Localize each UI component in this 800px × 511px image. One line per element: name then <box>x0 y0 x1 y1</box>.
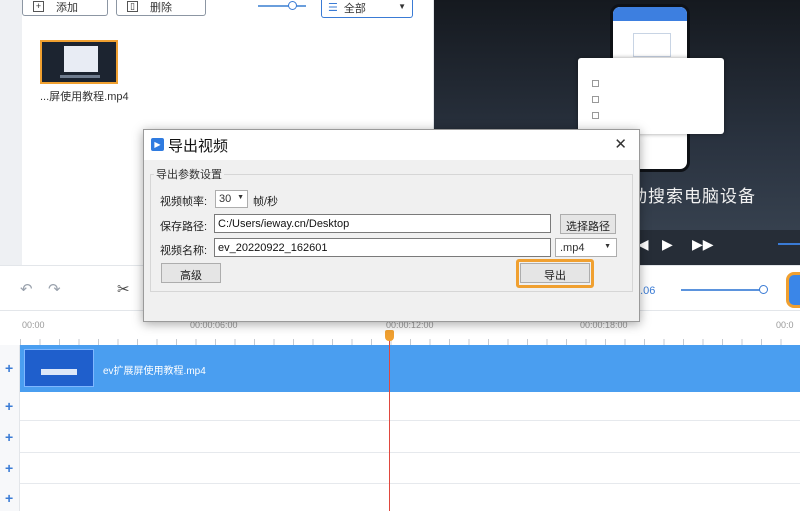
track-divider <box>20 483 800 484</box>
thumbnail-image <box>64 46 98 72</box>
clip-thumbnail <box>24 349 94 387</box>
chevron-down-icon: ▼ <box>604 243 611 250</box>
video-clip[interactable]: ev扩展屏使用教程.mp4 <box>20 345 800 392</box>
track-gutter: + + + + + <box>0 345 20 511</box>
group-title: 导出参数设置 <box>154 166 224 182</box>
fps-unit: 帧/秒 <box>253 196 279 208</box>
fps-select[interactable]: 30 ▼ <box>215 190 248 208</box>
ruler-label: 00:00 <box>22 320 45 330</box>
play-icon[interactable]: ▶ <box>662 236 673 253</box>
ruler-label: 00:0 <box>776 320 794 330</box>
slider-knob[interactable] <box>288 1 297 10</box>
fps-label: 视频帧率: <box>160 196 208 208</box>
format-value: .mp4 <box>560 242 585 254</box>
media-filter-select[interactable]: ☰ 全部 ▼ <box>321 0 413 18</box>
choose-path-button[interactable]: 选择路径 <box>560 214 616 234</box>
playhead-line <box>389 335 390 511</box>
add-track-icon[interactable]: + <box>5 360 13 376</box>
timeline-tracks: ev扩展屏使用教程.mp4 <box>20 345 800 511</box>
popup-checkbox <box>592 112 599 119</box>
app-window: + 添加 ▯ 删除 ☰ 全部 ▼ ...屏使用教程.mp4 动搜索电脑设备 ▶ … <box>0 0 800 511</box>
preview-caption: 动搜索电脑设备 <box>630 187 756 206</box>
media-thumbnail[interactable] <box>40 40 118 84</box>
delete-media-button[interactable]: ▯ 删除 <box>116 0 206 16</box>
add-track-icon[interactable]: + <box>5 398 13 414</box>
fast-forward-icon[interactable]: ▶▶ <box>692 236 714 253</box>
playhead-handle[interactable] <box>385 330 394 341</box>
path-label: 保存路径: <box>160 221 208 233</box>
close-icon[interactable]: ✕ <box>614 135 627 153</box>
clip-name: ev扩展屏使用教程.mp4 <box>103 366 206 377</box>
add-media-button[interactable]: + 添加 <box>22 0 108 16</box>
app-logo-icon: ▶ <box>151 138 164 151</box>
video-name-field[interactable]: ev_20220922_162601 <box>214 238 551 257</box>
volume-bar[interactable] <box>778 243 800 245</box>
clip-thumbnail-band <box>41 369 77 375</box>
redo-icon[interactable]: ↷ <box>48 280 61 298</box>
filter-value: 全部 <box>343 2 366 15</box>
phone-illustration <box>633 33 671 57</box>
plus-icon: + <box>33 1 44 12</box>
add-track-icon[interactable]: + <box>5 429 13 445</box>
delete-media-label: 删除 <box>150 1 172 14</box>
dialog-titlebar: ▶ 导出视频 ✕ <box>144 130 639 160</box>
fps-value: 30 <box>219 193 232 205</box>
list-icon: ☰ <box>328 2 338 14</box>
chevron-down-icon: ▼ <box>398 2 406 11</box>
save-path-field[interactable]: C:/Users/ieway.cn/Desktop <box>214 214 551 233</box>
phone-header <box>613 7 687 21</box>
export-dialog: ▶ 导出视频 ✕ 导出参数设置 视频帧率: 30 ▼ 帧/秒 保存路径: C:/… <box>143 129 640 322</box>
thumbnail-caption-bar <box>60 75 100 78</box>
track-divider <box>20 452 800 453</box>
popup-checkbox <box>592 96 599 103</box>
zoom-knob[interactable] <box>759 285 768 294</box>
chevron-down-icon: ▼ <box>237 194 244 201</box>
add-track-icon[interactable]: + <box>5 460 13 476</box>
name-label: 视频名称: <box>160 245 208 257</box>
preview-popup-image <box>578 58 724 134</box>
media-thumbnail-label: ...屏使用教程.mp4 <box>40 91 129 103</box>
format-select[interactable]: .mp4 ▼ <box>555 238 617 257</box>
add-media-label: 添加 <box>56 1 78 14</box>
timeline-zoom-slider[interactable] <box>681 285 768 294</box>
export-highlight <box>516 259 594 288</box>
popup-checkbox <box>592 80 599 87</box>
track-divider <box>20 420 800 421</box>
scissors-icon[interactable]: ✂ <box>117 280 130 298</box>
undo-icon[interactable]: ↶ <box>20 280 33 298</box>
trash-icon: ▯ <box>127 1 138 12</box>
add-track-icon[interactable]: + <box>5 490 13 506</box>
advanced-button[interactable]: 高级 <box>161 263 221 283</box>
library-side-strip <box>0 0 22 265</box>
export-main-button[interactable] <box>786 272 800 308</box>
dialog-title: 导出视频 <box>168 138 229 155</box>
thumbnail-size-slider[interactable] <box>258 1 306 10</box>
